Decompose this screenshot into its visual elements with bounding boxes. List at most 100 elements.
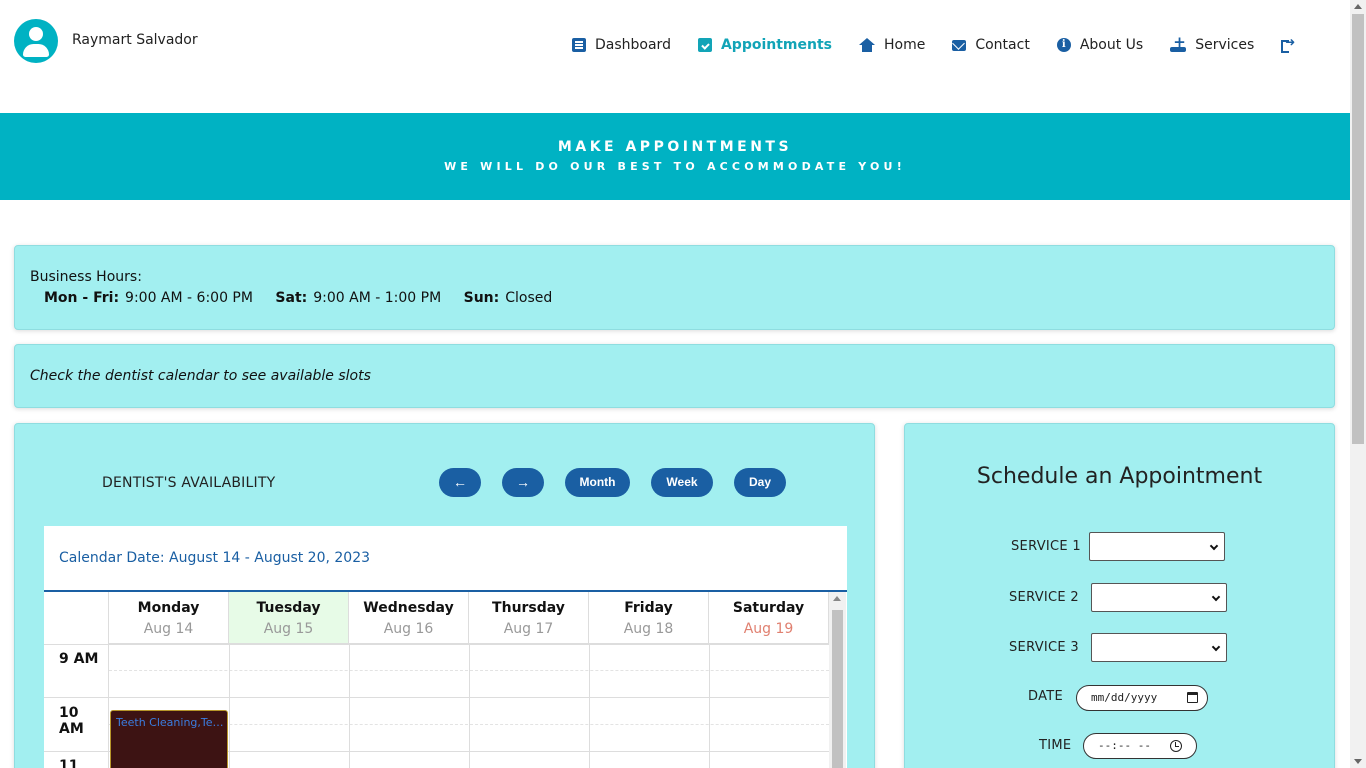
availability-panel: DENTIST'S AVAILABILITY ← → Month Week Da… (14, 423, 875, 768)
grid-line (469, 644, 470, 768)
day-view-button[interactable]: Day (734, 468, 786, 497)
day-name: Wednesday (363, 600, 454, 616)
grid-line (349, 644, 350, 768)
grid-line (709, 644, 710, 768)
hand-holding-medical-icon (1170, 33, 1187, 52)
calendar-notice-text: Check the dentist calendar to see availa… (30, 368, 371, 384)
business-hours-label: Business Hours: (30, 269, 142, 285)
day-header-tuesday[interactable]: Tuesday Aug 15 (229, 592, 349, 644)
calendar-scrollbar[interactable] (829, 592, 846, 768)
grid-line (229, 644, 230, 768)
nav-dashboard[interactable]: Dashboard (572, 35, 671, 55)
time-label: 9 AM (59, 651, 99, 667)
main-nav: Dashboard Appointments Home Contact i Ab… (572, 33, 1331, 55)
nav-appointments[interactable]: Appointments (697, 35, 832, 55)
service3-label: SERVICE 3 (1009, 640, 1079, 655)
calendar-check-icon (697, 38, 712, 52)
day-name: Saturday (732, 600, 805, 616)
scrollbar-thumb[interactable] (1352, 14, 1364, 444)
nav-about-us[interactable]: i About Us (1056, 35, 1144, 55)
day-name: Friday (624, 600, 673, 616)
arrow-left-icon: ← (453, 474, 467, 490)
nav-contact-label: Contact (975, 37, 1030, 53)
home-icon (859, 38, 875, 52)
day-name: Monday (137, 600, 200, 616)
service1-label: SERVICE 1 (1011, 539, 1081, 554)
nav-about-us-label: About Us (1079, 37, 1144, 53)
day-header-thursday[interactable]: Thursday Aug 17 (469, 592, 589, 644)
scroll-up-icon[interactable] (833, 596, 841, 601)
date-label: DATE (1028, 689, 1064, 704)
logout-button[interactable] (1281, 35, 1304, 55)
top-navbar: Raymart Salvador Dashboard Appointments … (0, 0, 1350, 113)
day-date: Aug 19 (743, 621, 794, 637)
nav-appointments-label: Appointments (720, 37, 832, 53)
time-label: TIME (1039, 738, 1072, 753)
user-avatar-icon[interactable] (14, 19, 58, 63)
scroll-up-icon[interactable] (1354, 4, 1362, 9)
availability-title: DENTIST'S AVAILABILITY (102, 475, 276, 491)
hours-day-weekday: Mon - Fri: (44, 290, 120, 306)
time-column: 9 AM 10 AM 11 AM (44, 592, 109, 768)
banner-title: MAKE APPOINTMENTS (557, 139, 793, 155)
clock-icon[interactable] (1170, 740, 1182, 752)
nav-home[interactable]: Home (859, 35, 925, 55)
day-date: Aug 18 (623, 621, 674, 637)
hours-day-sunday: Sun: (463, 290, 500, 306)
info-icon: i (1056, 38, 1071, 52)
month-view-button[interactable]: Month (565, 468, 630, 497)
nav-dashboard-label: Dashboard (595, 37, 671, 53)
day-name: Tuesday (256, 600, 321, 616)
chevron-down-icon (1211, 642, 1221, 652)
date-input[interactable]: mm/dd/yyyy (1076, 685, 1208, 711)
logout-icon (1281, 35, 1295, 53)
chevron-down-icon (1209, 541, 1219, 551)
envelope-icon (952, 39, 967, 51)
time-input-placeholder: --:-- -- (1098, 739, 1151, 752)
page-scrollbar[interactable] (1350, 0, 1366, 768)
grid-line (44, 697, 829, 698)
nav-contact[interactable]: Contact (952, 35, 1030, 55)
day-name: Thursday (492, 600, 565, 616)
hours-day-saturday: Sat: (275, 290, 308, 306)
date-input-placeholder: mm/dd/yyyy (1091, 691, 1158, 704)
service2-select[interactable] (1091, 583, 1227, 612)
calendar-notice-card: Check the dentist calendar to see availa… (14, 344, 1335, 408)
chevron-down-icon (1211, 592, 1221, 602)
nav-services[interactable]: Services (1170, 33, 1255, 55)
week-grid: 9 AM 10 AM 11 AM Monday Aug 14 Tuesday A… (44, 590, 847, 768)
prev-week-button[interactable]: ← (439, 468, 481, 497)
service3-select[interactable] (1091, 633, 1227, 662)
day-header-friday[interactable]: Friday Aug 18 (589, 592, 709, 644)
day-date: Aug 16 (383, 621, 434, 637)
scroll-down-icon[interactable] (1354, 759, 1362, 764)
nav-services-label: Services (1195, 37, 1255, 53)
calendar-event-title: Teeth Cleaning,Teeth Whitening (116, 716, 224, 729)
business-hours-row: Mon - Fri: 9:00 AM - 6:00 PM Sat: 9:00 AM … (44, 290, 570, 306)
page-banner: MAKE APPOINTMENTS WE WILL DO OUR BEST TO… (0, 113, 1350, 200)
day-date: Aug 17 (503, 621, 554, 637)
day-header-saturday[interactable]: Saturday Aug 19 (709, 592, 829, 644)
hours-value-weekday: 9:00 AM - 6:00 PM (125, 290, 253, 306)
banner-subtitle: WE WILL DO OUR BEST TO ACCOMMODATE YOU! (444, 160, 906, 173)
scrollbar-thumb[interactable] (832, 610, 843, 768)
calendar-event[interactable]: Teeth Cleaning,Teeth Whitening (110, 710, 228, 768)
next-week-button[interactable]: → (502, 468, 544, 497)
arrow-right-icon: → (516, 474, 530, 490)
grid-line (589, 644, 590, 768)
grid-line (44, 644, 829, 645)
business-hours-card: Business Hours: Mon - Fri: 9:00 AM - 6:00… (14, 245, 1335, 330)
calendar-icon[interactable] (1187, 692, 1198, 703)
dashboard-icon (572, 38, 586, 52)
day-header-wednesday[interactable]: Wednesday Aug 16 (349, 592, 469, 644)
calendar-date-range: Calendar Date: August 14 - August 20, 20… (59, 550, 371, 566)
time-input[interactable]: --:-- -- (1083, 733, 1197, 759)
hours-value-saturday: 9:00 AM - 1:00 PM (313, 290, 442, 306)
hours-value-sunday: Closed (505, 290, 553, 306)
service1-select[interactable] (1089, 532, 1225, 561)
username: Raymart Salvador (72, 32, 198, 48)
calendar-box: Calendar Date: August 14 - August 20, 20… (44, 526, 847, 768)
day-header-monday[interactable]: Monday Aug 14 (109, 592, 229, 644)
week-view-button[interactable]: Week (651, 468, 713, 497)
time-label: 10 AM (59, 705, 84, 737)
